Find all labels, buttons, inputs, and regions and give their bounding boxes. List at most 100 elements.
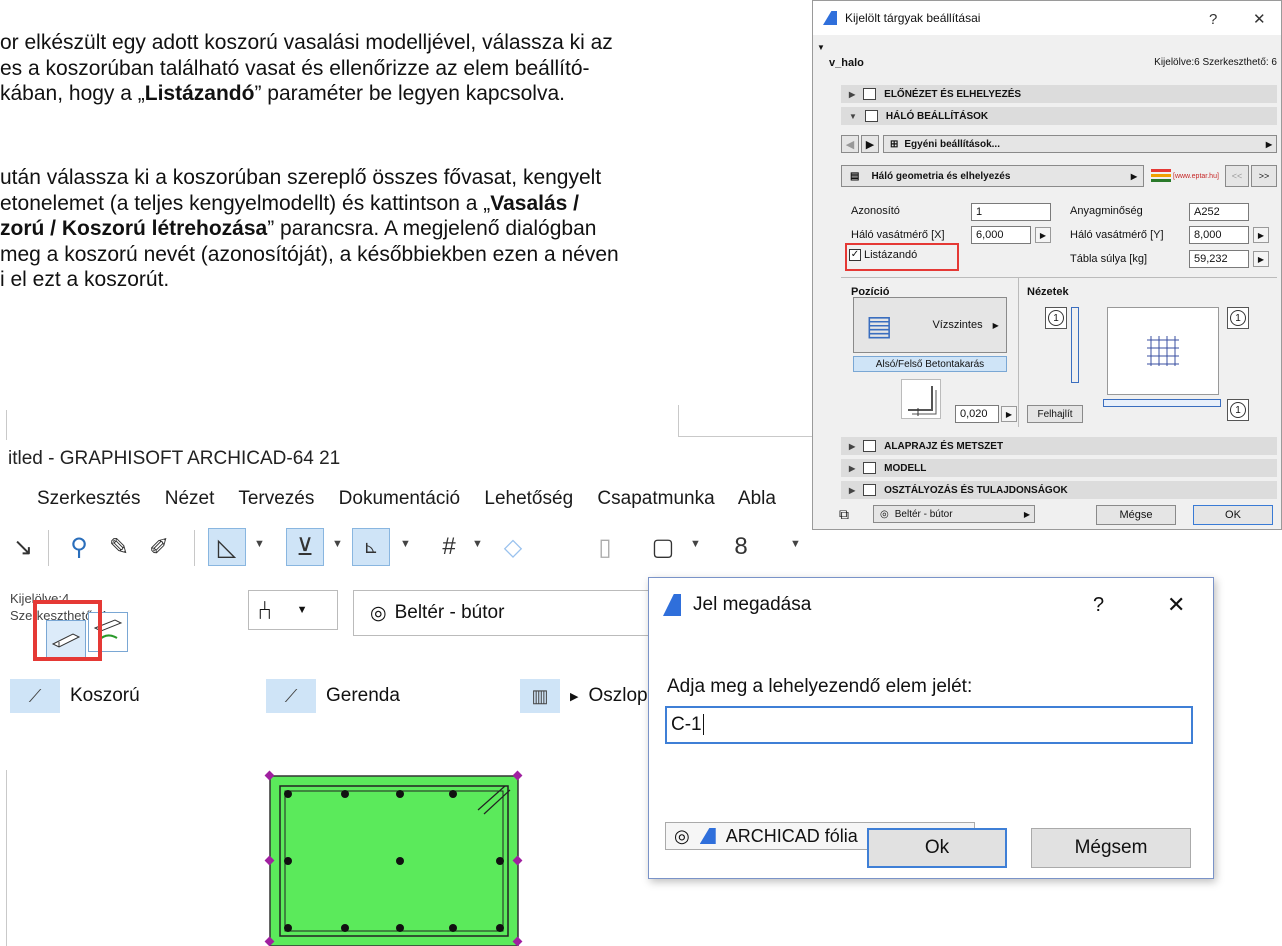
view-toggle[interactable]: 1 — [1045, 307, 1067, 329]
favorites-dropdown[interactable]: ⑃ ▼ — [248, 590, 338, 630]
rebar — [284, 790, 292, 798]
rebar — [396, 857, 404, 865]
halo-y-dropdown[interactable]: ▶ — [1253, 227, 1269, 243]
cover-preview-icon — [901, 379, 941, 419]
standard-toolbar: ↘ ⚲ ✎ ✐ ◺ ▼ ⊻ ▼ ⊾ ▼ # ▼ ◇ ▯ ▢ ▼ 8 ▼ — [0, 526, 812, 572]
window-icon[interactable]: ▢ — [644, 528, 682, 566]
toolbar-separator — [48, 530, 49, 566]
chevron-down-icon[interactable]: ▼ — [254, 538, 265, 550]
cancel-button[interactable]: Mégsem — [1031, 828, 1191, 868]
pozicio-button[interactable]: ▤ Vízszintes ▶ — [853, 297, 1007, 353]
cancel-button[interactable]: Mégse — [1096, 505, 1176, 525]
section-modell[interactable]: ▶ MODELL — [841, 459, 1277, 477]
prev-button[interactable]: ◀ — [841, 135, 859, 153]
menu-ablak[interactable]: Abla — [738, 488, 776, 509]
rebar — [341, 924, 349, 932]
halo-x-field[interactable]: 6,000 — [971, 226, 1031, 244]
layer-name: Beltér - bútor — [394, 602, 505, 623]
tool-oszlop[interactable]: ▥ ▶ Oszlop — [520, 678, 648, 714]
chevron-down-icon[interactable]: ▼ — [400, 538, 411, 550]
chevron-right-icon: ▶ — [849, 485, 856, 495]
plane-icon[interactable]: ◇ — [494, 528, 532, 566]
para2-line4: meg a koszorú nevét (azonosítóját), a ké… — [0, 242, 619, 266]
prompt-label: Adja meg a lehelyezendő elem jelét: — [667, 676, 973, 697]
tool-gerenda[interactable]: ⟋ Gerenda — [266, 678, 400, 714]
ok-button[interactable]: OK — [1193, 505, 1273, 525]
cover-dropdown[interactable]: ▶ — [1001, 406, 1017, 422]
cover-selector[interactable]: Alsó/Felső Betontakarás — [853, 356, 1007, 372]
snap-guides-icon[interactable]: ⊻ — [286, 528, 324, 566]
close-button[interactable]: ✕ — [1167, 592, 1185, 618]
chevron-down-icon[interactable]: ▼ — [472, 538, 483, 550]
azonosito-label: Azonosító — [851, 205, 900, 217]
view-toggle[interactable]: 1 — [1227, 399, 1249, 421]
magnifier-tool-icon[interactable]: ⚲ — [60, 528, 98, 566]
rebar — [396, 790, 404, 798]
anyag-field[interactable]: A252 — [1189, 203, 1249, 221]
eye-icon: ◎ — [880, 508, 889, 520]
ok-button[interactable]: Ok — [867, 828, 1007, 868]
settings-icon: ⊞ — [890, 138, 899, 150]
halo-x-dropdown[interactable]: ▶ — [1035, 227, 1051, 243]
menu-tervezes[interactable]: Tervezés — [238, 488, 314, 509]
tool-koszoru[interactable]: ⟋ Koszorú — [10, 678, 140, 714]
help-button[interactable]: ? — [1093, 594, 1104, 617]
frame-line — [678, 436, 812, 437]
view-toggle[interactable]: 1 — [1227, 307, 1249, 329]
eyedropper-icon[interactable]: ✎ — [100, 528, 138, 566]
archicad-logo-icon — [663, 594, 681, 616]
custom-settings-dropdown[interactable]: ⊞ Egyéni beállítások... ▶ — [883, 135, 1277, 153]
object-icon[interactable]: 8 — [722, 528, 760, 566]
menu-nezet[interactable]: Nézet — [165, 488, 215, 509]
section-elonezet[interactable]: ▶ ELŐNÉZET ÉS ELHELYEZÉS — [841, 85, 1277, 103]
cover-field[interactable]: 0,020 — [955, 405, 999, 423]
page-icon: ▤ — [850, 170, 860, 182]
section-alaprajz[interactable]: ▶ ALAPRAJZ ÉS METSZET — [841, 437, 1277, 455]
mark-input[interactable]: C-1 — [665, 706, 1193, 744]
grid-icon[interactable]: # — [430, 528, 468, 566]
chevron-right-icon: ▶ — [1265, 139, 1272, 149]
nav-prev-button[interactable]: << — [1225, 165, 1249, 187]
section-osztalyozas[interactable]: ▶ OSZTÁLYOZÁS ÉS TULAJDONSÁGOK — [841, 481, 1277, 499]
tool-koszoru-label: Koszorú — [70, 685, 140, 706]
section-halo[interactable]: ▼ HÁLÓ BEÁLLÍTÁSOK — [841, 107, 1277, 125]
text-caret — [702, 714, 704, 735]
section-alaprajz-label: ALAPRAJZ ÉS METSZET — [884, 440, 1004, 452]
rebar — [396, 924, 404, 932]
rebar — [341, 790, 349, 798]
para1-line2: es a koszorúban található vasat és ellen… — [0, 56, 590, 80]
layer-dropdown[interactable]: ◎ Beltér - bútor — [353, 590, 683, 636]
pozicio-value: Vízszintes — [932, 319, 983, 331]
syringe-icon[interactable]: ✐ — [140, 528, 178, 566]
side-view-bar — [1071, 307, 1079, 383]
guide-line-icon[interactable]: ◺ — [208, 528, 246, 566]
azonosito-field[interactable]: 1 — [971, 203, 1051, 221]
chevron-down-icon[interactable]: ▼ — [332, 538, 343, 550]
arrow-tool-icon[interactable]: ↘ — [4, 528, 42, 566]
footer-layer-dropdown[interactable]: ◎ Beltér - bútor ▶ — [873, 505, 1035, 523]
menu-szerkesztes[interactable]: Szerkesztés — [37, 488, 140, 509]
para2-line5: i el ezt a koszorút. — [0, 268, 170, 291]
coordinate-icon[interactable]: ⊾ — [352, 528, 390, 566]
menu-dokumentacio[interactable]: Dokumentáció — [339, 488, 460, 509]
nav-next-button[interactable]: >> — [1251, 165, 1277, 187]
tabla-field[interactable]: 59,232 — [1189, 250, 1249, 268]
tabla-dropdown[interactable]: ▶ — [1253, 251, 1269, 267]
dialog-titlebar: Jel megadása — [649, 578, 1213, 632]
beam-icon: ⟋ — [266, 679, 316, 713]
mesh-grid-icon — [1147, 336, 1179, 366]
page-select-dropdown[interactable]: ▤ Háló geometria és elhelyezés ▶ — [841, 165, 1144, 187]
para2-line3: zorú / Koszorú létrehozása” parancsra. A… — [0, 217, 597, 240]
chevron-down-icon[interactable]: ▼ — [790, 538, 801, 550]
close-button[interactable]: ✕ — [1253, 10, 1266, 28]
menu-csapatmunka[interactable]: Csapatmunka — [597, 488, 714, 509]
caret-down-icon[interactable]: ▼ — [817, 43, 825, 52]
halo-y-field[interactable]: 8,000 — [1189, 226, 1249, 244]
vendor-logo[interactable]: [www.eptar.hu] — [1151, 165, 1221, 187]
menu-lehetoseg[interactable]: Lehetőség — [484, 488, 573, 509]
wall-icon[interactable]: ▯ — [586, 528, 624, 566]
next-button[interactable]: ▶ — [861, 135, 879, 153]
felhajlit-button[interactable]: Felhajlít — [1027, 405, 1083, 423]
chevron-down-icon[interactable]: ▼ — [690, 538, 701, 550]
help-button[interactable]: ? — [1209, 11, 1217, 28]
